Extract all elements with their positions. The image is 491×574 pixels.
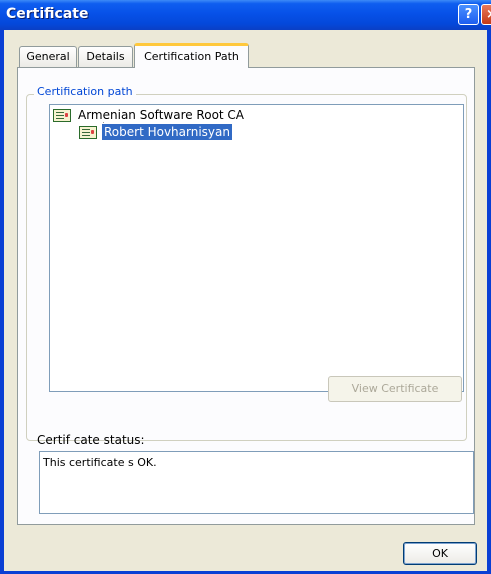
tree-node-label-selected: Robert Hovharnisyan: [102, 124, 232, 140]
window-title: Certificate: [6, 6, 89, 22]
tab-certification-path[interactable]: Certification Path: [134, 43, 249, 68]
close-button[interactable]: ×: [481, 4, 491, 25]
ok-button[interactable]: OK: [403, 542, 477, 565]
certificate-status-text[interactable]: This certificate s OK.: [39, 451, 474, 514]
tree-node-label: Armenian Software Root CA: [78, 108, 245, 122]
certificate-icon: [79, 125, 97, 139]
tab-general[interactable]: General: [19, 46, 77, 67]
tree-node-end-entity[interactable]: Robert Hovharnisyan: [79, 123, 232, 141]
certification-path-group-label: Certification path: [34, 85, 136, 98]
certificate-dialog: Certificate ? × General Details Certific…: [0, 0, 491, 574]
tree-node-root-ca[interactable]: Armenian Software Root CA: [53, 106, 246, 124]
certificate-status-label: Certif cate status:: [37, 433, 145, 447]
view-certificate-button[interactable]: View Certificate: [328, 376, 462, 402]
dialog-body: General Details Certification Path Certi…: [4, 30, 487, 571]
help-button[interactable]: ?: [458, 4, 479, 25]
tab-details[interactable]: Details: [78, 46, 133, 67]
certification-path-tree[interactable]: Armenian Software Root CA Robert Hovharn…: [49, 104, 464, 392]
title-bar[interactable]: Certificate ? ×: [0, 0, 491, 30]
certificate-icon: [53, 108, 71, 122]
